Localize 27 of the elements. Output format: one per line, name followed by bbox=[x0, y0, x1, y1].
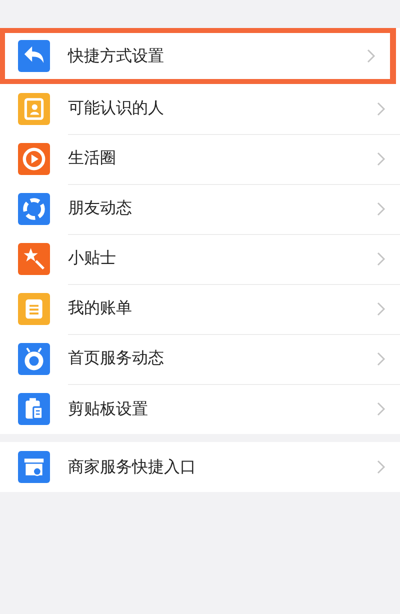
menu-item[interactable]: 商家服务快捷入口 bbox=[0, 442, 400, 492]
chevron-right-icon bbox=[376, 350, 386, 366]
chevron-right-icon bbox=[376, 300, 386, 316]
menu-item[interactable]: 剪贴板设置 bbox=[0, 384, 400, 434]
menu-item-label: 商家服务快捷入口 bbox=[68, 456, 197, 478]
chevron-right-icon bbox=[376, 150, 386, 166]
menu-item[interactable]: 可能认识的人 bbox=[0, 84, 400, 134]
menu-item-label: 小贴士 bbox=[68, 248, 117, 269]
highlighted-menu-item[interactable]: 快捷方式设置 bbox=[0, 28, 396, 84]
chevron-right-icon bbox=[376, 200, 386, 216]
menu-item-label: 剪贴板设置 bbox=[68, 398, 149, 420]
chevron-right-icon bbox=[376, 250, 386, 266]
menu-item[interactable]: 朋友动态 bbox=[0, 184, 400, 234]
menu-item-label: 生活圈 bbox=[68, 148, 117, 169]
menu-item[interactable]: 小贴士 bbox=[0, 234, 400, 284]
chevron-right-icon bbox=[376, 401, 386, 417]
menu-item-label: 可能认识的人 bbox=[68, 98, 165, 119]
menu-item-label: 我的账单 bbox=[68, 298, 133, 319]
chevron-right-icon bbox=[376, 100, 386, 116]
menu-item-label: 首页服务动态 bbox=[68, 348, 165, 369]
menu-item[interactable]: 首页服务动态 bbox=[0, 334, 400, 384]
menu-item-label: 快捷方式设置 bbox=[68, 46, 165, 66]
menu-item-label: 朋友动态 bbox=[68, 198, 133, 219]
chevron-right-icon bbox=[376, 459, 386, 475]
chevron-right-icon bbox=[366, 48, 376, 64]
menu-item[interactable]: 我的账单 bbox=[0, 284, 400, 334]
menu-item[interactable]: 生活圈 bbox=[0, 134, 400, 184]
